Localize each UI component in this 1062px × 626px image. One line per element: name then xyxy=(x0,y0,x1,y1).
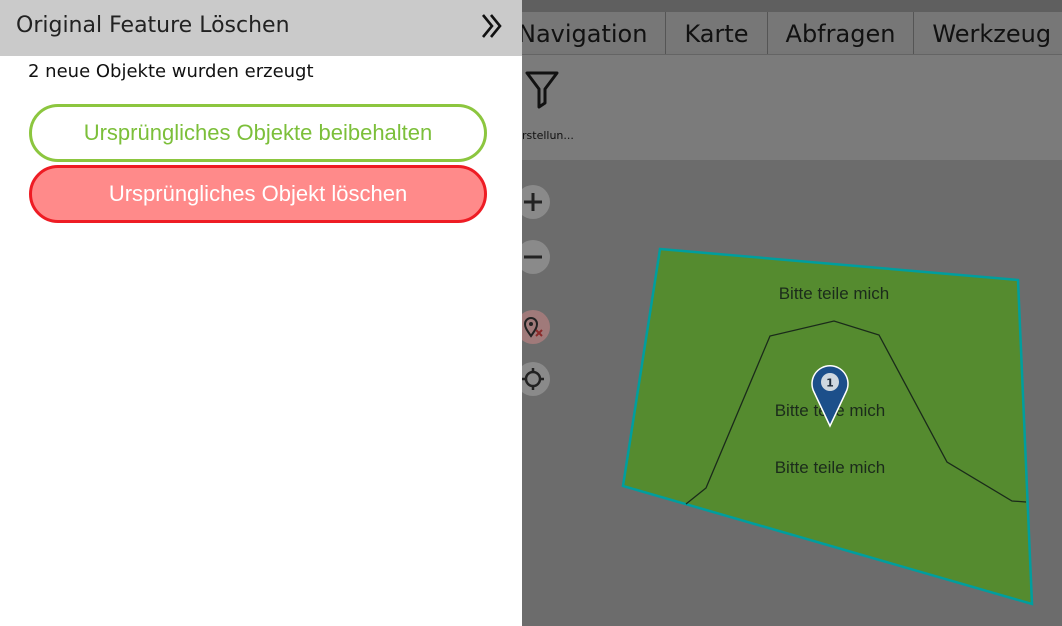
map-marker-number: 1 xyxy=(826,377,834,390)
tab-abfragen[interactable]: Abfragen xyxy=(768,12,915,54)
double-chevron-right-icon xyxy=(481,14,502,38)
filter-icon xyxy=(525,71,559,109)
panel-message: 2 neue Objekte wurden erzeugt xyxy=(28,61,314,82)
collapse-panel-button[interactable] xyxy=(476,10,508,42)
filter-tool-button[interactable]: rstellun... xyxy=(522,67,602,147)
zoom-in-icon xyxy=(524,193,542,211)
panel-header: Original Feature Löschen xyxy=(0,0,522,56)
tab-navigation[interactable]: Navigation xyxy=(518,12,667,54)
panel-title: Original Feature Löschen xyxy=(16,13,290,38)
zoom-out-icon xyxy=(524,255,542,259)
keep-original-button[interactable]: Ursprüngliches Objekte beibehalten xyxy=(29,104,487,162)
feature-label-bottom: Bitte teile mich xyxy=(775,458,886,477)
menu-bar: Navigation Karte Abfragen Werkzeug xyxy=(518,12,1062,55)
toolbar: rstellun... xyxy=(522,55,1062,160)
gps-icon xyxy=(522,368,544,390)
map-canvas: Bitte teile mich Bitte teile mich Bitte … xyxy=(621,247,1034,606)
feature-label-top: Bitte teile mich xyxy=(779,284,890,303)
tab-karte[interactable]: Karte xyxy=(666,12,768,54)
filter-tool-label: rstellun... xyxy=(522,129,574,142)
location-remove-icon xyxy=(523,317,543,338)
map-view[interactable]: Bitte teile mich Bitte teile mich Bitte … xyxy=(522,160,1062,626)
tab-werkzeug[interactable]: Werkzeug xyxy=(914,12,1062,54)
delete-feature-panel: Original Feature Löschen 2 neue Objekte … xyxy=(0,0,522,626)
delete-original-button[interactable]: Ursprüngliches Objekt löschen xyxy=(29,165,487,223)
